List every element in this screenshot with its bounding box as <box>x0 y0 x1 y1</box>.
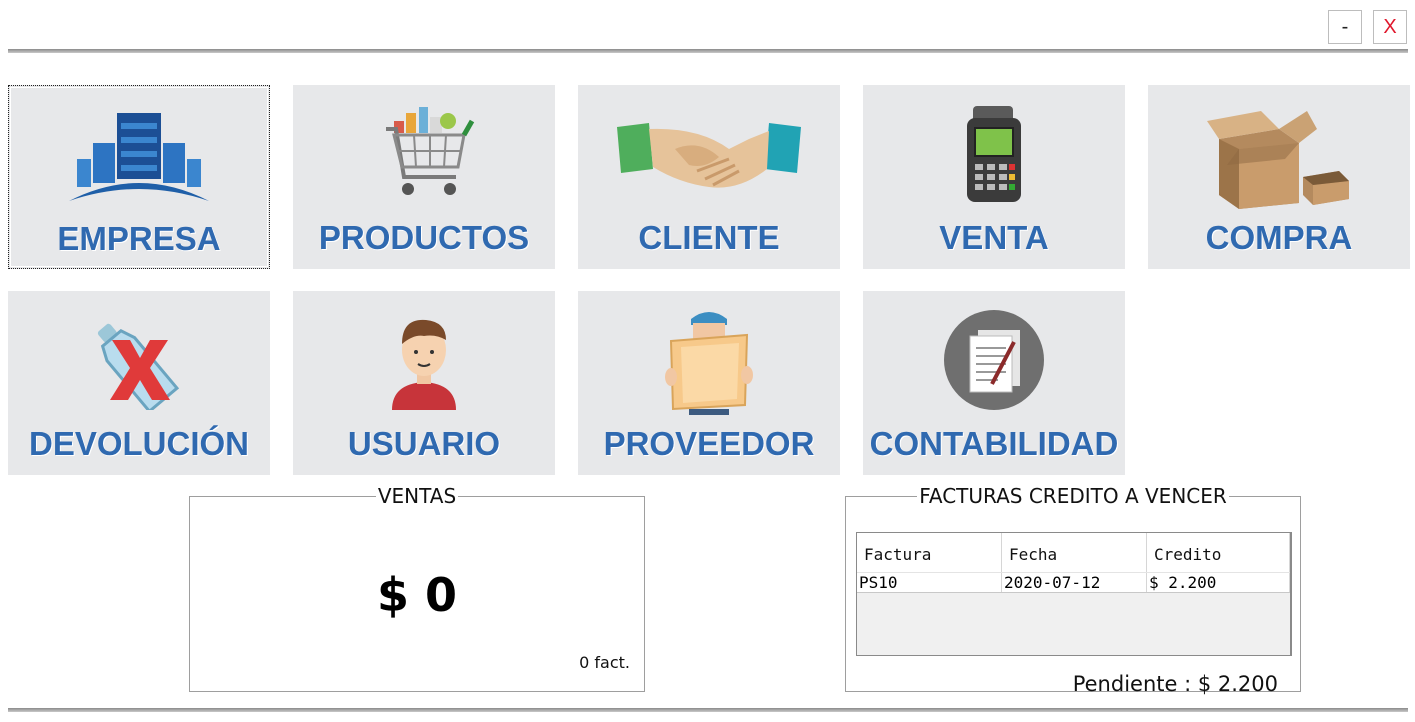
tile-label: CONTABILIDAD <box>869 425 1119 462</box>
tile-label: DEVOLUCIÓN <box>28 425 249 462</box>
tile-label: CLIENTE <box>638 219 780 256</box>
table-header-row: Factura Fecha Credito <box>857 533 1290 573</box>
cell-factura[interactable]: PS10 <box>857 572 1002 593</box>
tile-label: COMPRA <box>1205 219 1353 256</box>
return-bottle-icon <box>8 305 270 415</box>
minimize-button[interactable]: - <box>1328 10 1362 44</box>
facturas-title: FACTURAS CREDITO A VENCER <box>919 484 1227 508</box>
tile-venta[interactable]: VENTA <box>863 85 1125 269</box>
column-header-factura[interactable]: Factura <box>857 533 1002 573</box>
pending-total: Pendiente : $ 2.200 <box>1072 672 1278 696</box>
tile-proveedor[interactable]: PROVEEDOR <box>578 291 840 475</box>
table-row[interactable]: PS10 2020-07-12 $ 2.200 <box>857 572 1290 593</box>
handshake-icon <box>578 99 840 209</box>
user-icon <box>293 305 555 415</box>
column-header-fecha[interactable]: Fecha <box>1001 533 1147 573</box>
tile-label: USUARIO <box>347 425 501 462</box>
bottom-divider <box>8 708 1408 712</box>
card-terminal-icon <box>863 99 1125 209</box>
close-button[interactable]: X <box>1373 10 1407 44</box>
ventas-title: VENTAS <box>377 484 457 508</box>
tile-productos[interactable]: PRODUCTOS <box>293 85 555 269</box>
top-divider <box>8 49 1408 53</box>
tile-compra[interactable]: COMPRA <box>1148 85 1410 269</box>
ventas-amount: $ 0 <box>376 568 458 622</box>
tile-devolucion[interactable]: DEVOLUCIÓN <box>8 291 270 475</box>
building-icon <box>9 100 269 210</box>
document-icon <box>863 305 1125 415</box>
tile-usuario[interactable]: USUARIO <box>293 291 555 475</box>
tile-empresa[interactable]: EMPRESA <box>8 85 270 269</box>
facturas-panel: FACTURAS CREDITO A VENCER Factura Fecha … <box>845 484 1301 696</box>
ventas-panel: VENTAS $ 0 0 fact. <box>189 484 645 692</box>
cell-fecha[interactable]: 2020-07-12 <box>1001 572 1147 593</box>
tile-label: VENTA <box>939 219 1049 256</box>
shopping-cart-icon <box>293 99 555 209</box>
supplier-icon <box>578 305 840 415</box>
cell-credito[interactable]: $ 2.200 <box>1146 572 1290 593</box>
tile-label: PROVEEDOR <box>603 425 815 462</box>
facturas-table[interactable]: Factura Fecha Credito PS10 2020-07-12 $ … <box>856 532 1292 656</box>
tile-label: EMPRESA <box>57 220 221 257</box>
open-box-icon <box>1148 99 1410 209</box>
tile-cliente[interactable]: CLIENTE <box>578 85 840 269</box>
ventas-invoice-count: 0 fact. <box>579 653 630 672</box>
tile-label: PRODUCTOS <box>318 219 530 256</box>
column-header-credito[interactable]: Credito <box>1146 533 1290 573</box>
tile-contabilidad[interactable]: CONTABILIDAD <box>863 291 1125 475</box>
